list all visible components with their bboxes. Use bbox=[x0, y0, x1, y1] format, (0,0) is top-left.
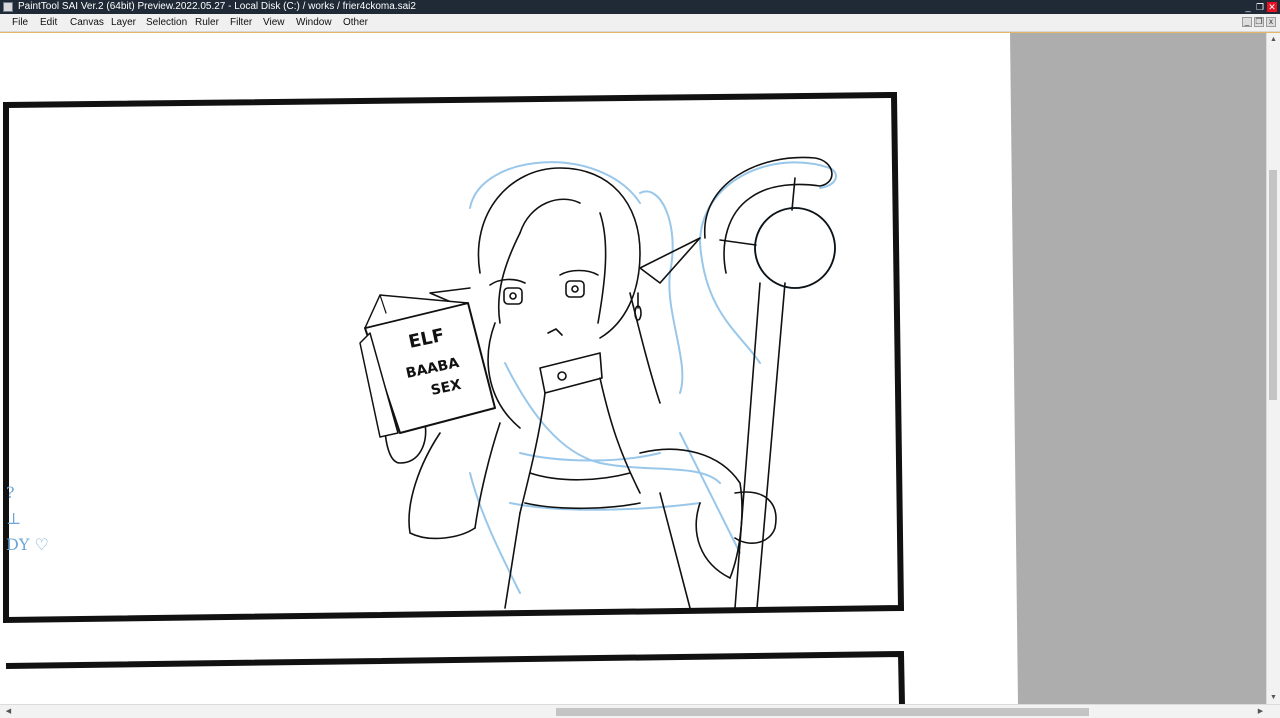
horizontal-scrollbar[interactable]: ◀ ▶ bbox=[0, 704, 1280, 718]
window-title: PaintTool SAI Ver.2 (64bit) Preview.2022… bbox=[18, 1, 416, 12]
side-sketch-notes: ? ⊥ DY ♡ bbox=[6, 483, 49, 561]
close-button[interactable]: ✕ bbox=[1267, 2, 1277, 12]
menu-other[interactable]: Other bbox=[341, 14, 370, 31]
canvas-close-button[interactable]: x bbox=[1266, 17, 1276, 27]
vertical-scroll-thumb[interactable] bbox=[1269, 170, 1277, 400]
menu-file[interactable]: File bbox=[10, 14, 30, 31]
menu-view[interactable]: View bbox=[261, 14, 287, 31]
scroll-up-icon[interactable]: ▲ bbox=[1269, 35, 1278, 44]
side-note-3: DY ♡ bbox=[6, 535, 49, 554]
menu-canvas[interactable]: Canvas bbox=[68, 14, 106, 31]
menu-edit[interactable]: Edit bbox=[38, 14, 59, 31]
minimize-button[interactable]: _ bbox=[1243, 2, 1253, 12]
canvas-drawing[interactable]: ELF BAABA SEX bbox=[0, 33, 1266, 704]
canvas-workspace[interactable]: ELF BAABA SEX ? ⊥ DY ♡ ▲ ▼ bbox=[0, 32, 1280, 704]
scroll-right-icon[interactable]: ▶ bbox=[1256, 707, 1265, 716]
menu-selection[interactable]: Selection bbox=[144, 14, 189, 31]
menu-filter[interactable]: Filter bbox=[228, 14, 254, 31]
menu-ruler[interactable]: Ruler bbox=[193, 14, 221, 31]
restore-button[interactable]: ❐ bbox=[1255, 2, 1265, 12]
menu-layer[interactable]: Layer bbox=[109, 14, 138, 31]
title-bar: PaintTool SAI Ver.2 (64bit) Preview.2022… bbox=[0, 0, 1280, 14]
side-note-1: ? bbox=[6, 483, 15, 502]
canvas-restore-button[interactable]: ❐ bbox=[1254, 17, 1264, 27]
canvas-minimize-button[interactable]: _ bbox=[1242, 17, 1252, 27]
app-icon[interactable] bbox=[3, 2, 13, 12]
scroll-left-icon[interactable]: ◀ bbox=[4, 707, 13, 716]
menu-window[interactable]: Window bbox=[294, 14, 334, 31]
menu-bar: File Edit Canvas Layer Selection Ruler F… bbox=[0, 14, 1280, 32]
horizontal-scroll-thumb[interactable] bbox=[556, 708, 1089, 716]
side-note-2: ⊥ bbox=[6, 509, 22, 528]
vertical-scrollbar[interactable]: ▲ ▼ bbox=[1266, 33, 1280, 704]
scroll-down-icon[interactable]: ▼ bbox=[1269, 693, 1278, 702]
